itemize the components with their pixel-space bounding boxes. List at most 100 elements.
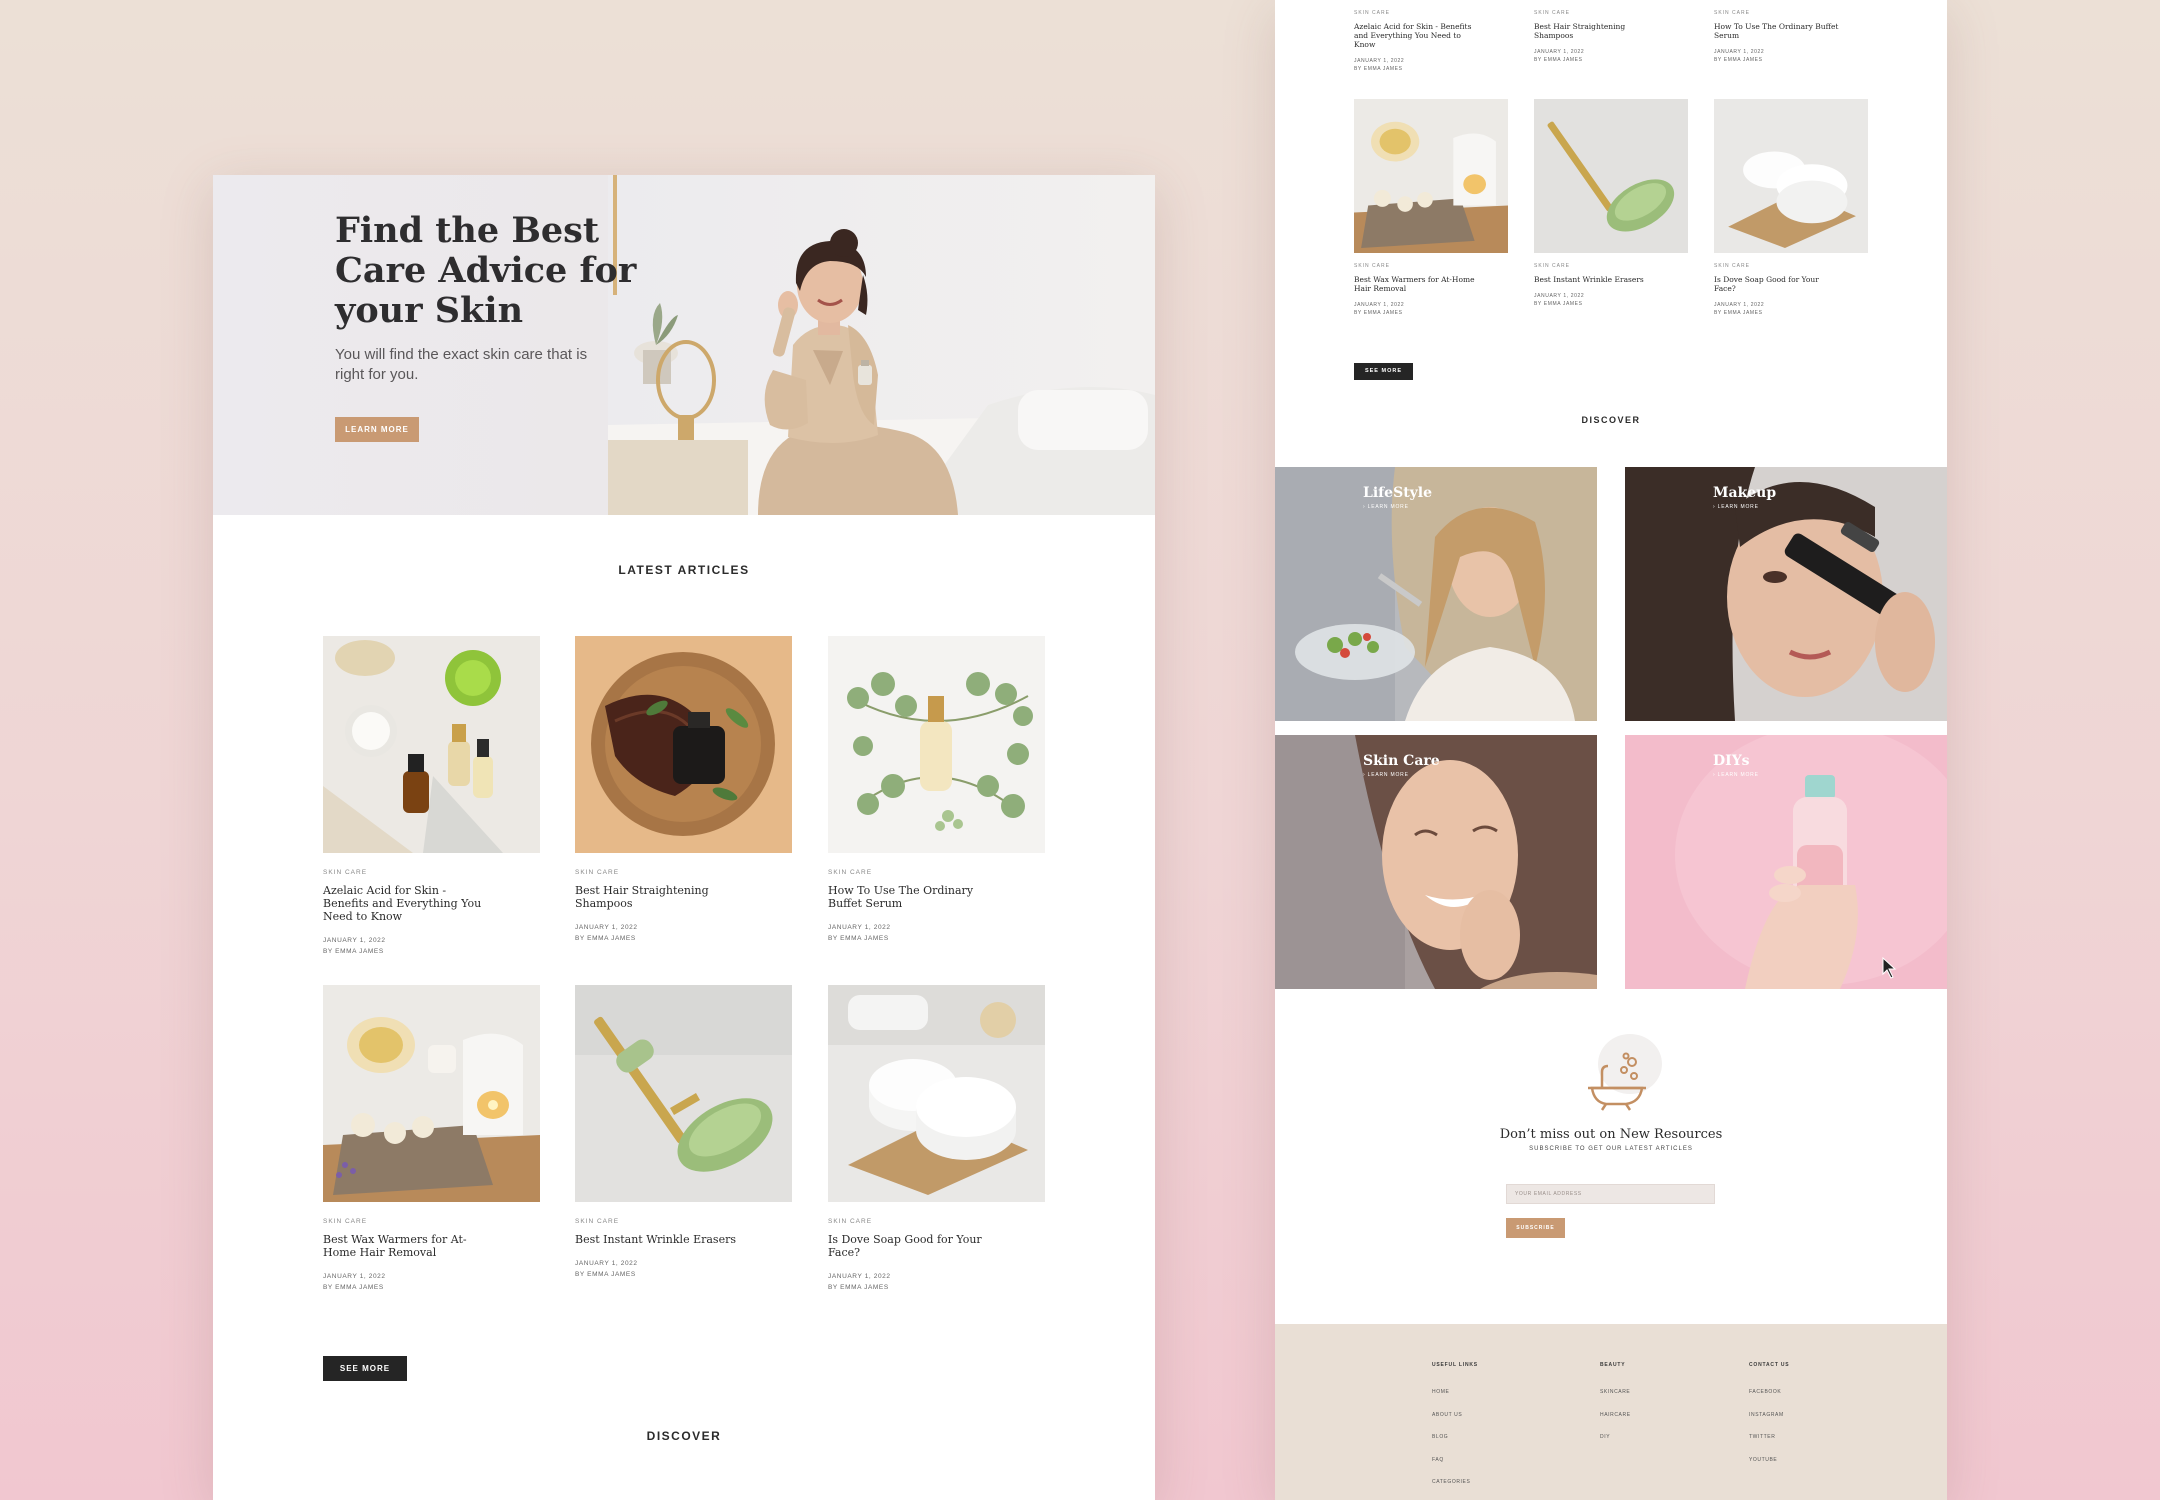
see-more-button[interactable]: SEE MORE	[323, 1356, 407, 1381]
footer-link-haircare[interactable]: HAIRCARE	[1600, 1412, 1631, 1435]
makeup-photo	[1625, 467, 1947, 721]
article-date: JANUARY 1, 2022	[1714, 302, 1765, 308]
footer-column-heading: BEAUTY	[1600, 1362, 1626, 1368]
article-image[interactable]	[1714, 99, 1868, 253]
article-image[interactable]	[323, 985, 540, 1202]
article-image[interactable]	[828, 636, 1045, 853]
hero-title: Find the Best Care Advice for your Skin	[335, 210, 637, 331]
article-card[interactable]: SKIN CARE Best Wax Warmers for At-Home H…	[1354, 99, 1508, 317]
footer: USEFUL LINKS HOME ABOUT US BLOG FAQ CATE…	[1275, 1324, 1947, 1500]
newsletter-title: Don’t miss out on New Resources	[1499, 1127, 1723, 1142]
email-field[interactable]: YOUR EMAIL ADDRESS	[1506, 1184, 1715, 1204]
footer-link-facebook[interactable]: FACEBOOK	[1749, 1389, 1789, 1412]
article-category: SKIN CARE	[575, 869, 620, 876]
footer-column-heading: USEFUL LINKS	[1432, 1362, 1478, 1368]
article-author: BY EMMA JAMES	[575, 935, 636, 942]
article-author: BY EMMA JAMES	[323, 948, 384, 955]
footer-link-instagram[interactable]: INSTAGRAM	[1749, 1412, 1789, 1435]
footer-link-diy[interactable]: DIY	[1600, 1434, 1631, 1457]
article-title[interactable]: Azelaic Acid for Skin - Benefits and Eve…	[323, 884, 493, 923]
article-card[interactable]: SKIN CARE Best Instant Wrinkle Erasers J…	[575, 985, 792, 1280]
lifestyle-photo	[1275, 467, 1597, 721]
latest-articles-heading: LATEST ARTICLES	[618, 563, 750, 577]
article-title[interactable]: Best Instant Wrinkle Erasers	[1534, 275, 1659, 284]
article-date: JANUARY 1, 2022	[1534, 293, 1585, 299]
footer-link-twitter[interactable]: TWITTER	[1749, 1434, 1789, 1457]
footer-column-heading: CONTACT US	[1749, 1362, 1790, 1368]
footer-link-faq[interactable]: FAQ	[1432, 1457, 1478, 1480]
article-title[interactable]: How To Use The Ordinary Buffet Serum	[828, 884, 998, 910]
article-image[interactable]	[828, 985, 1045, 1202]
article-category: SKIN CARE	[1534, 10, 1570, 16]
tile-learn-more-link[interactable]: › LEARN MORE	[1713, 504, 1759, 510]
article-title[interactable]: Best Hair Straightening Shampoos	[1534, 22, 1659, 40]
article-date: JANUARY 1, 2022	[1714, 49, 1765, 55]
article-card[interactable]: SKIN CARE Best Hair Straightening Shampo…	[575, 636, 792, 944]
article-author: BY EMMA JAMES	[1534, 57, 1583, 63]
diys-photo	[1625, 735, 1947, 989]
homepage-preview-left: Find the Best Care Advice for your Skin …	[213, 175, 1155, 1500]
article-date: JANUARY 1, 2022	[323, 937, 386, 944]
footer-link-skincare[interactable]: SKINCARE	[1600, 1389, 1631, 1412]
tile-title: Makeup	[1713, 485, 1777, 501]
tile-learn-more-link[interactable]: › LEARN MORE	[1363, 772, 1409, 778]
skin-care-photo	[1275, 735, 1597, 989]
article-date: JANUARY 1, 2022	[575, 924, 638, 931]
article-image[interactable]	[575, 636, 792, 853]
article-title[interactable]: Best Hair Straightening Shampoos	[575, 884, 745, 910]
footer-column-beauty: BEAUTY SKINCARE HAIRCARE DIY	[1600, 1362, 1631, 1457]
article-card[interactable]: SKIN CARE Azelaic Acid for Skin - Benefi…	[323, 636, 540, 957]
article-title[interactable]: Best Wax Warmers for At-Home Hair Remova…	[323, 1233, 493, 1259]
footer-link-blog[interactable]: BLOG	[1432, 1434, 1478, 1457]
discover-tile-diys[interactable]: DIYs › LEARN MORE	[1625, 735, 1947, 989]
article-image[interactable]	[323, 636, 540, 853]
tile-learn-more-link[interactable]: › LEARN MORE	[1713, 772, 1759, 778]
article-date: JANUARY 1, 2022	[1354, 58, 1405, 64]
subscribe-button[interactable]: SUBSCRIBE	[1506, 1218, 1565, 1238]
tile-learn-more-link[interactable]: › LEARN MORE	[1363, 504, 1409, 510]
discover-tile-skin-care[interactable]: Skin Care › LEARN MORE	[1275, 735, 1597, 989]
article-category: SKIN CARE	[323, 869, 368, 876]
article-title[interactable]: How To Use The Ordinary Buffet Serum	[1714, 22, 1839, 40]
article-title[interactable]: Best Instant Wrinkle Erasers	[575, 1233, 745, 1246]
article-title[interactable]: Azelaic Acid for Skin - Benefits and Eve…	[1354, 22, 1479, 49]
footer-link-categories[interactable]: CATEGORIES	[1432, 1479, 1478, 1500]
article-card[interactable]: SKIN CARE Is Dove Soap Good for Your Fac…	[828, 985, 1045, 1293]
article-title[interactable]: Best Wax Warmers for At-Home Hair Remova…	[1354, 275, 1479, 293]
bath-icon	[1588, 1034, 1662, 1111]
article-date: JANUARY 1, 2022	[1534, 49, 1585, 55]
footer-link-home[interactable]: HOME	[1432, 1389, 1478, 1412]
article-date: JANUARY 1, 2022	[1354, 302, 1405, 308]
article-image[interactable]	[575, 985, 792, 1202]
article-image[interactable]	[1534, 99, 1688, 253]
article-card[interactable]: SKIN CARE Best Instant Wrinkle Erasers J…	[1534, 99, 1688, 308]
tile-title: DIYs	[1713, 753, 1750, 769]
article-category: SKIN CARE	[828, 869, 873, 876]
footer-link-about-us[interactable]: ABOUT US	[1432, 1412, 1478, 1435]
homepage-preview-right: SKIN CARE Azelaic Acid for Skin - Benefi…	[1275, 0, 1947, 1500]
article-card[interactable]: SKIN CARE How To Use The Ordinary Buffet…	[828, 636, 1045, 944]
learn-more-button[interactable]: LEARN MORE	[335, 417, 419, 442]
article-category: SKIN CARE	[1354, 10, 1390, 16]
article-card[interactable]: SKIN CARE Is Dove Soap Good for Your Fac…	[1714, 99, 1868, 317]
see-more-button[interactable]: SEE MORE	[1354, 363, 1413, 380]
discover-heading: DISCOVER	[1581, 415, 1641, 425]
discover-tile-lifestyle[interactable]: LifeStyle › LEARN MORE	[1275, 467, 1597, 721]
article-title[interactable]: Is Dove Soap Good for Your Face?	[828, 1233, 998, 1259]
article-category: SKIN CARE	[1714, 10, 1750, 16]
article-author: BY EMMA JAMES	[323, 1284, 384, 1291]
article-category: SKIN CARE	[323, 1218, 368, 1225]
article-card[interactable]: SKIN CARE How To Use The Ordinary Buffet…	[1714, 0, 1868, 64]
article-card[interactable]: SKIN CARE Best Wax Warmers for At-Home H…	[323, 985, 540, 1293]
article-category: SKIN CARE	[828, 1218, 873, 1225]
article-card[interactable]: SKIN CARE Best Hair Straightening Shampo…	[1534, 0, 1688, 64]
footer-link-youtube[interactable]: YOUTUBE	[1749, 1457, 1789, 1480]
article-title[interactable]: Is Dove Soap Good for Your Face?	[1714, 275, 1839, 293]
article-image[interactable]	[1354, 99, 1508, 253]
tile-title: LifeStyle	[1363, 485, 1433, 501]
newsletter-subtitle: SUBSCRIBE TO GET OUR LATEST ARTICLES	[1529, 1146, 1693, 1152]
article-author: BY EMMA JAMES	[1534, 301, 1583, 307]
article-card[interactable]: SKIN CARE Azelaic Acid for Skin - Benefi…	[1354, 0, 1508, 73]
hero-section: Find the Best Care Advice for your Skin …	[213, 175, 1155, 515]
discover-tile-makeup[interactable]: Makeup › LEARN MORE	[1625, 467, 1947, 721]
